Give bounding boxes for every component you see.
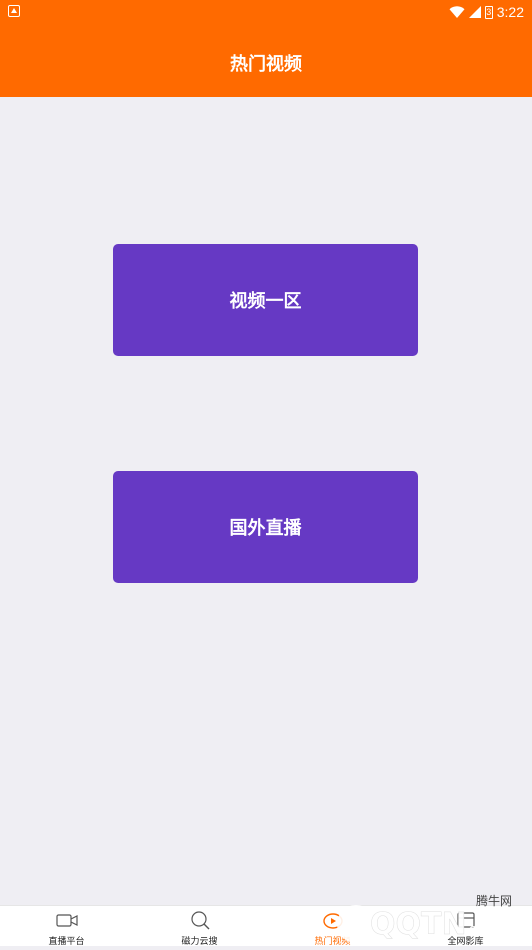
tab-live-platform[interactable]: 直播平台 — [0, 906, 133, 947]
tab-movie-library[interactable]: 全网影库 — [399, 906, 532, 947]
status-bar: 3 3:22 — [0, 0, 532, 24]
status-time: 3:22 — [496, 4, 524, 20]
tab-hot-videos[interactable]: 热门视频 — [266, 906, 399, 947]
battery-icon: 3 — [484, 5, 493, 19]
app-notification-icon — [8, 5, 20, 17]
tab-label-live-platform: 直播平台 — [48, 937, 85, 947]
foreign-live-label: 国外直播 — [229, 518, 302, 539]
bottom-tab-bar: 直播平台 磁力云搜 热门视频 全网影库 — [0, 905, 532, 947]
signal-icon — [468, 5, 481, 18]
video-camera-icon — [55, 914, 78, 927]
page-title: 热门视频 — [230, 54, 302, 75]
foreign-live-button[interactable]: 国外直播 — [113, 471, 418, 583]
tab-label-hot-videos: 热门视频 — [314, 937, 351, 947]
tab-label-movie-library: 全网影库 — [447, 937, 484, 947]
tab-magnet-search[interactable]: 磁力云搜 — [133, 906, 266, 947]
hot-video-icon — [322, 913, 343, 929]
status-icons: 3 3:22 — [449, 2, 524, 22]
tab-label-magnet-search: 磁力云搜 — [181, 937, 218, 947]
wifi-icon — [449, 5, 465, 18]
video-zone-one-button[interactable]: 视频一区 — [113, 244, 418, 356]
app-bar: 热门视频 — [0, 24, 532, 97]
video-zone-one-label: 视频一区 — [229, 291, 302, 312]
library-icon — [456, 912, 475, 928]
search-icon — [190, 911, 209, 930]
